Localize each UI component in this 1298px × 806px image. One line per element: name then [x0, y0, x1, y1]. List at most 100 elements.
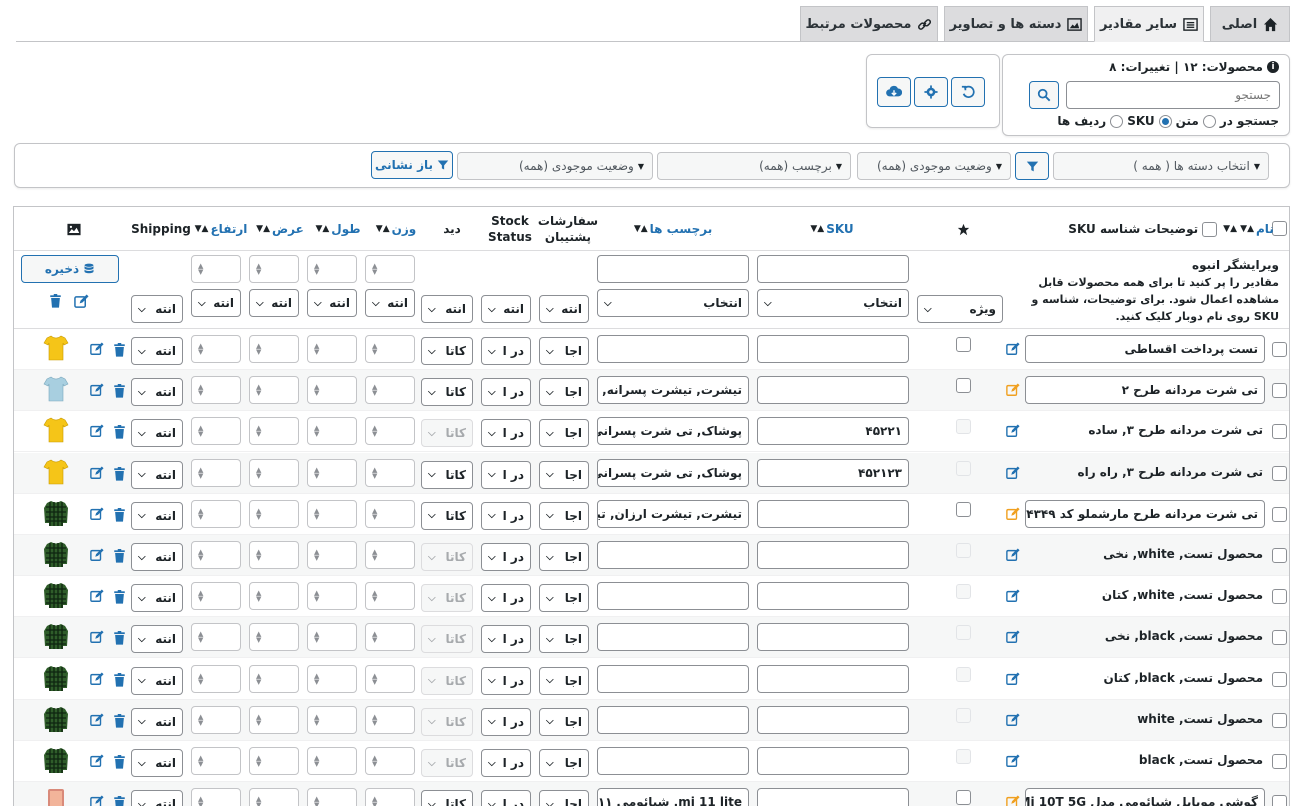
- height-input[interactable]: ▲ ▼: [191, 705, 241, 734]
- bulk-visibility-select[interactable]: انته ⌵: [421, 295, 473, 323]
- header-name[interactable]: نام ▲▼: [1240, 207, 1274, 251]
- bulk-height-input[interactable]: ▲ ▼: [191, 255, 241, 283]
- product-thumbnail[interactable]: [43, 705, 69, 733]
- backorders-select[interactable]: اجا ⌵: [539, 378, 589, 407]
- bulk-width-select[interactable]: انته ⌵: [249, 289, 299, 317]
- length-input[interactable]: ▲ ▼: [307, 458, 357, 487]
- edit-product-button[interactable]: [1005, 423, 1021, 439]
- width-input[interactable]: ▲ ▼: [249, 664, 299, 693]
- filter-button[interactable]: [1015, 152, 1049, 180]
- radio-text[interactable]: [1202, 114, 1216, 128]
- bulk-sku-select[interactable]: انتخاب ⌵: [757, 289, 909, 317]
- product-name-input[interactable]: تی شرت مردانه طرح ۲: [1025, 376, 1265, 405]
- category-filter[interactable]: ▼ انتخاب دسته ها ( همه ): [1053, 152, 1269, 180]
- width-input[interactable]: ▲ ▼: [249, 417, 299, 446]
- height-input[interactable]: ▲ ▼: [191, 747, 241, 775]
- edit-product-link[interactable]: [89, 671, 105, 687]
- sku-input[interactable]: [757, 623, 909, 652]
- height-input[interactable]: ▲ ▼: [191, 788, 241, 806]
- stock-status-select[interactable]: در ا ⌵: [481, 337, 531, 365]
- tags-input[interactable]: [597, 747, 749, 775]
- shipping-select[interactable]: انته ⌵: [131, 543, 183, 571]
- bulk-length-select[interactable]: انته ⌵: [307, 289, 357, 317]
- featured-checkbox[interactable]: [956, 460, 971, 476]
- header-length[interactable]: طول ▲▼: [311, 207, 363, 251]
- featured-checkbox[interactable]: [956, 419, 971, 435]
- edit-product-button[interactable]: [1005, 588, 1021, 604]
- featured-checkbox[interactable]: [956, 707, 971, 723]
- weight-input[interactable]: ▲ ▼: [365, 747, 415, 775]
- visibility-select[interactable]: کاتا ⌵: [421, 790, 473, 806]
- search-button[interactable]: [1029, 81, 1059, 109]
- length-input[interactable]: ▲ ▼: [307, 582, 357, 611]
- delete-product-button[interactable]: [111, 589, 127, 605]
- radio-rows[interactable]: [1110, 114, 1124, 128]
- width-input[interactable]: ▲ ▼: [249, 458, 299, 487]
- tags-input[interactable]: پوشاک, تی شرت پسرانی, تیشر: [597, 417, 749, 446]
- backorders-select[interactable]: اجا ⌵: [539, 337, 589, 365]
- sku-input[interactable]: [757, 335, 909, 363]
- row-checkbox[interactable]: [1272, 506, 1287, 522]
- delete-product-button[interactable]: [111, 795, 127, 806]
- delete-product-button[interactable]: [111, 548, 127, 564]
- tags-input[interactable]: تیشرت, تیشرت پسرانه, تیشرت: [597, 376, 749, 405]
- shipping-select[interactable]: انته ⌵: [131, 337, 183, 365]
- shipping-select[interactable]: انته ⌵: [131, 790, 183, 806]
- length-input[interactable]: ▲ ▼: [307, 376, 357, 405]
- tags-input[interactable]: [597, 623, 749, 652]
- backorders-select[interactable]: اجا ⌵: [539, 584, 589, 613]
- bulk-length-input[interactable]: ▲ ▼: [307, 255, 357, 283]
- featured-checkbox[interactable]: [956, 666, 971, 682]
- sku-desc-checkbox[interactable]: [1202, 221, 1218, 237]
- header-tags[interactable]: برچسب ها ▲▼: [597, 207, 747, 251]
- length-input[interactable]: ▲ ▼: [307, 335, 357, 363]
- edit-product-button[interactable]: [1005, 794, 1021, 806]
- weight-input[interactable]: ▲ ▼: [365, 623, 415, 652]
- edit-product-link[interactable]: [89, 382, 105, 398]
- width-input[interactable]: ▲ ▼: [249, 623, 299, 652]
- product-thumbnail[interactable]: [43, 416, 69, 444]
- stock-status-filter-2[interactable]: ▼ وضعیت موجودی (همه): [457, 152, 653, 180]
- edit-product-link[interactable]: [89, 794, 105, 806]
- visibility-select[interactable]: کاتا ⌵: [421, 625, 473, 654]
- bulk-featured-select[interactable]: ویژه ⌵: [917, 295, 1003, 323]
- header-width[interactable]: عرض ▲▼: [253, 207, 305, 251]
- width-input[interactable]: ▲ ▼: [249, 705, 299, 734]
- shipping-select[interactable]: انته ⌵: [131, 584, 183, 613]
- bulk-delete-button[interactable]: [47, 293, 63, 309]
- bulk-height-select[interactable]: انته ⌵: [191, 289, 241, 317]
- length-input[interactable]: ▲ ▼: [307, 705, 357, 734]
- tag-filter[interactable]: ▼ برچسب (همه): [657, 152, 851, 180]
- header-featured[interactable]: [949, 207, 977, 251]
- edit-product-link[interactable]: [89, 547, 105, 563]
- row-checkbox[interactable]: [1272, 712, 1287, 728]
- delete-product-button[interactable]: [111, 507, 127, 523]
- edit-product-button[interactable]: [1005, 382, 1021, 398]
- height-input[interactable]: ▲ ▼: [191, 376, 241, 405]
- row-checkbox[interactable]: [1272, 342, 1287, 357]
- length-input[interactable]: ▲ ▼: [307, 623, 357, 652]
- weight-input[interactable]: ▲ ▼: [365, 582, 415, 611]
- stock-status-select[interactable]: در ا ⌵: [481, 749, 531, 777]
- radio-sku[interactable]: [1158, 114, 1172, 128]
- header-height[interactable]: ارتفاع ▲▼: [193, 207, 248, 251]
- product-thumbnail[interactable]: [43, 581, 69, 609]
- weight-input[interactable]: ▲ ▼: [365, 417, 415, 446]
- shipping-select[interactable]: انته ⌵: [131, 501, 183, 530]
- height-input[interactable]: ▲ ▼: [191, 417, 241, 446]
- stock-status-select[interactable]: در ا ⌵: [481, 419, 531, 448]
- header-weight[interactable]: وزن ▲▼: [369, 207, 421, 251]
- delete-product-button[interactable]: [111, 754, 127, 770]
- height-input[interactable]: ▲ ▼: [191, 541, 241, 569]
- reset-button[interactable]: باز نشانی: [371, 151, 453, 179]
- weight-input[interactable]: ▲ ▼: [365, 376, 415, 405]
- sku-input[interactable]: ۴۵۲۱۲۳: [757, 458, 909, 487]
- product-name-input[interactable]: گوشی موبایل شیائومی مدل Mi 10T 5G - ظرفی…: [1025, 788, 1265, 806]
- edit-product-link[interactable]: [89, 629, 105, 645]
- visibility-select[interactable]: کاتا ⌵: [421, 378, 473, 407]
- stock-status-select[interactable]: در ا ⌵: [481, 625, 531, 654]
- header-sku[interactable]: SKU ▲▼: [755, 207, 907, 251]
- product-thumbnail[interactable]: [43, 664, 69, 692]
- bulk-tags-input[interactable]: [597, 255, 749, 283]
- featured-checkbox[interactable]: [956, 501, 971, 517]
